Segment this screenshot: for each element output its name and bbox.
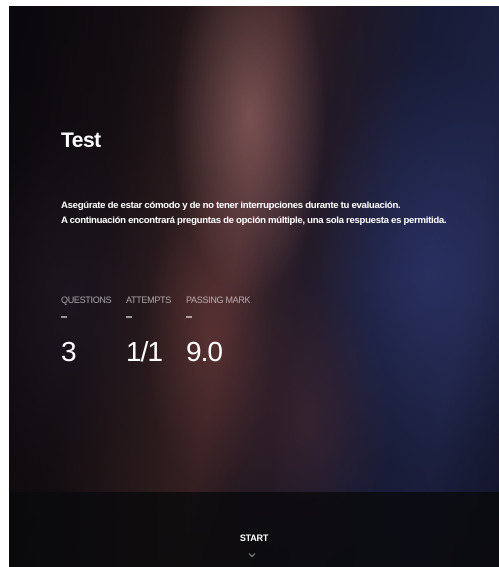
content: Test Asegúrate de estar cómodo y de no t… xyxy=(9,6,499,567)
stat-passing-mark: PASSING MARK 9.0 xyxy=(186,295,251,368)
description-line-1: Asegúrate de estar cómodo y de no tener … xyxy=(61,200,401,211)
page-title: Test xyxy=(61,129,101,152)
test-description: Asegúrate de estar cómodo y de no tener … xyxy=(61,198,491,228)
stat-divider xyxy=(186,316,192,318)
stat-label: PASSING MARK xyxy=(186,295,251,305)
stat-label: ATTEMPTS xyxy=(126,295,171,305)
stat-value: 9.0 xyxy=(186,336,223,367)
start-button[interactable]: START xyxy=(9,533,499,543)
stat-value: 3 xyxy=(61,336,77,367)
description-line-2: A continuación encontrará preguntas de o… xyxy=(61,215,447,226)
test-intro-screen: Test Asegúrate de estar cómodo y de no t… xyxy=(9,6,499,567)
chevron-down-icon[interactable] xyxy=(247,552,257,558)
stat-divider xyxy=(61,316,67,318)
stat-value: 1/1 xyxy=(126,336,163,367)
stat-divider xyxy=(126,316,132,318)
stat-questions: QUESTIONS 3 xyxy=(61,295,112,368)
stat-label: QUESTIONS xyxy=(61,295,112,305)
stat-attempts: ATTEMPTS 1/1 xyxy=(126,295,171,368)
